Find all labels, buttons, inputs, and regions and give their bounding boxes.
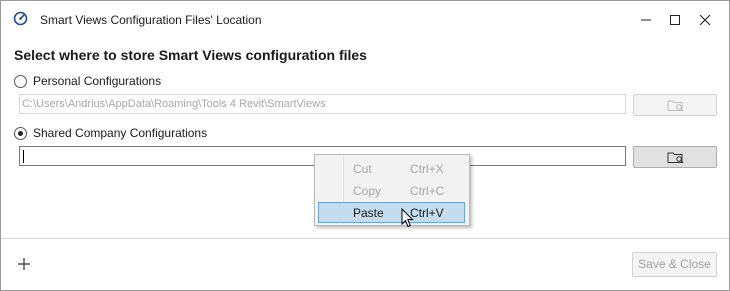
footer-separator bbox=[1, 238, 729, 239]
mouse-pointer-icon bbox=[401, 207, 415, 229]
dialog-window: Smart Views Configuration Files' Locatio… bbox=[0, 0, 730, 291]
window-title: Smart Views Configuration Files' Locatio… bbox=[40, 13, 262, 27]
shared-browse-button[interactable] bbox=[633, 146, 717, 168]
menu-item-copy[interactable]: Copy Ctrl+C bbox=[318, 180, 465, 201]
menu-item-cut[interactable]: Cut Ctrl+X bbox=[318, 158, 465, 179]
personal-config-label[interactable]: Personal Configurations bbox=[33, 74, 161, 88]
plus-icon[interactable] bbox=[15, 255, 33, 273]
shared-config-label[interactable]: Shared Company Configurations bbox=[33, 126, 207, 140]
folder-search-icon bbox=[667, 152, 684, 164]
personal-config-radio[interactable] bbox=[14, 75, 27, 88]
app-icon bbox=[13, 11, 28, 26]
maximize-icon[interactable] bbox=[664, 9, 686, 31]
context-menu: Cut Ctrl+X Copy Ctrl+C Paste Ctrl+V bbox=[314, 154, 470, 226]
shared-config-radio[interactable] bbox=[14, 127, 27, 140]
menu-item-label: Cut bbox=[353, 162, 372, 176]
close-icon[interactable] bbox=[694, 9, 716, 31]
menu-item-label: Copy bbox=[353, 184, 382, 198]
menu-item-label: Paste bbox=[353, 206, 384, 220]
minimize-icon[interactable] bbox=[635, 9, 657, 31]
personal-path-field: C:\Users\Andrius\AppData\Roaming\Tools 4… bbox=[19, 94, 626, 114]
text-caret bbox=[23, 150, 24, 163]
menu-item-shortcut: Ctrl+V bbox=[410, 206, 444, 220]
folder-search-icon bbox=[667, 100, 684, 112]
dialog-heading: Select where to store Smart Views config… bbox=[14, 47, 367, 63]
menu-item-paste[interactable]: Paste Ctrl+V bbox=[318, 202, 465, 223]
personal-path-value: C:\Users\Andrius\AppData\Roaming\Tools 4… bbox=[22, 98, 326, 110]
personal-browse-button bbox=[633, 94, 717, 116]
title-bar[interactable]: Smart Views Configuration Files' Locatio… bbox=[1, 1, 729, 39]
menu-item-shortcut: Ctrl+C bbox=[410, 184, 445, 198]
menu-item-shortcut: Ctrl+X bbox=[410, 162, 444, 176]
save-close-button[interactable]: Save & Close bbox=[632, 252, 717, 277]
